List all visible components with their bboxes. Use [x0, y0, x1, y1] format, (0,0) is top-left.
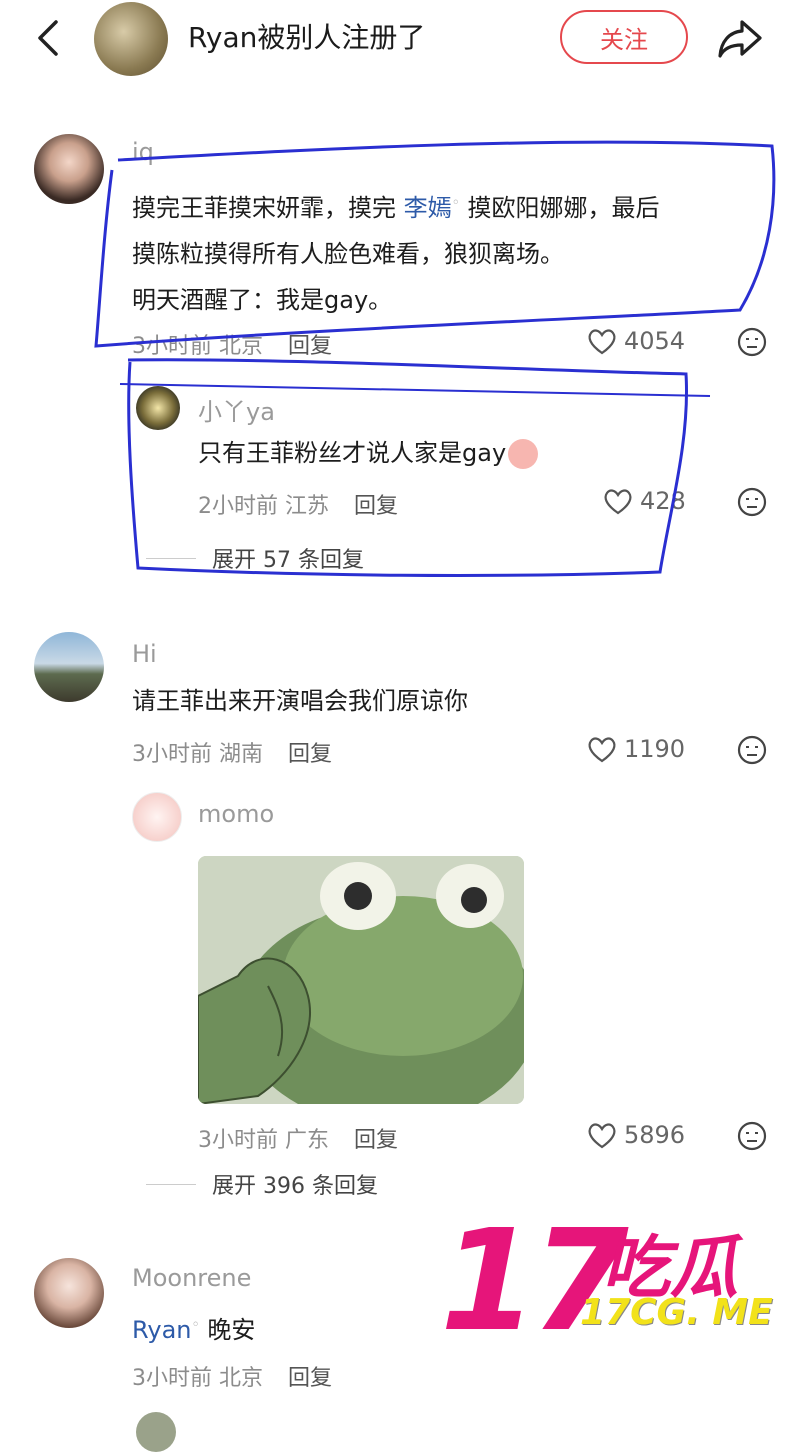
- like-button[interactable]: 1190: [586, 734, 685, 764]
- comment-time: 3小时前: [132, 1366, 212, 1391]
- comment-meta: 3小时前 湖南 回复: [132, 736, 332, 768]
- avatar[interactable]: [34, 1258, 104, 1328]
- comment-line: 晚安: [207, 1316, 256, 1344]
- mention-link[interactable]: Ryan: [132, 1316, 191, 1344]
- divider: [146, 1183, 196, 1185]
- comment-time: 3小时前: [198, 1128, 278, 1153]
- comment-time: 3小时前: [132, 742, 212, 767]
- like-count: 1190: [624, 735, 686, 763]
- like-button[interactable]: 5896: [586, 1120, 685, 1150]
- comment-text: 请王菲出来开演唱会我们原谅你: [132, 687, 468, 715]
- watermark-logo: 17: [440, 1200, 629, 1363]
- frog-sticker-image[interactable]: [198, 856, 524, 1104]
- comment-username[interactable]: Moonrene: [132, 1264, 251, 1292]
- comment-meta: 3小时前 广东 回复: [198, 1122, 398, 1154]
- reply-button[interactable]: 回复: [288, 742, 332, 767]
- emoji-reaction-icon[interactable]: [736, 1120, 768, 1152]
- heart-icon: [588, 1123, 616, 1149]
- avatar[interactable]: [136, 1412, 176, 1452]
- comment-username[interactable]: momo: [198, 800, 274, 828]
- heart-icon: [588, 737, 616, 763]
- comment-location: 广东: [285, 1128, 330, 1153]
- comment-text: Ryan◦ 晚安: [132, 1302, 255, 1353]
- reply-button[interactable]: 回复: [354, 1128, 398, 1153]
- avatar[interactable]: [34, 632, 104, 702]
- comment-username[interactable]: Hi: [132, 640, 157, 668]
- comment-location: 北京: [219, 1366, 264, 1391]
- watermark-url: 17CG. ME: [580, 1292, 773, 1333]
- avatar[interactable]: [132, 792, 182, 842]
- comment-meta: 3小时前 北京 回复: [132, 1360, 332, 1392]
- annotation-scribble: [94, 140, 776, 577]
- expand-replies-button[interactable]: 展开 396 条回复: [146, 1168, 378, 1200]
- expand-label: 展开 396 条回复: [212, 1174, 378, 1199]
- emoji-reaction-icon[interactable]: [736, 734, 768, 766]
- comment-location: 湖南: [219, 742, 264, 767]
- like-count: 5896: [624, 1121, 686, 1149]
- search-icon: ◦: [191, 1317, 200, 1333]
- reply-button[interactable]: 回复: [288, 1366, 332, 1391]
